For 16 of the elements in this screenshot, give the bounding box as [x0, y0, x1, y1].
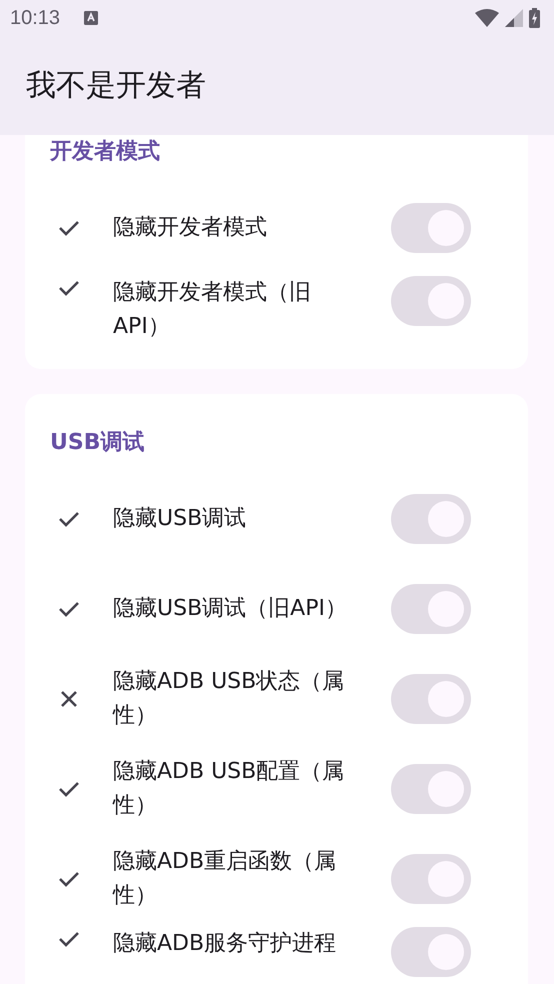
- signal-icon: [505, 9, 523, 27]
- wifi-icon: [475, 9, 499, 27]
- setting-label: 隐藏USB调试: [113, 505, 248, 533]
- setting-label: 隐藏ADB重启函数（属性）: [113, 848, 338, 910]
- section-title: USB调试: [49, 429, 146, 457]
- section-title: 开发者模式: [48, 138, 161, 166]
- setting-label: 隐藏开发者模式（旧API）: [113, 279, 312, 341]
- app-title: 我不是开发者: [26, 67, 206, 105]
- battery-icon: [529, 8, 540, 28]
- setting-label: 隐藏ADB服务守护进程: [113, 930, 338, 958]
- setting-label: 隐藏ADB USB配置（属性）: [113, 758, 346, 820]
- setting-label: 隐藏开发者模式: [113, 214, 268, 242]
- status-time: 10:13: [10, 6, 60, 30]
- setting-label: 隐藏ADB USB状态（属性）: [113, 668, 346, 730]
- setting-label: 隐藏USB调试（旧API）: [113, 595, 348, 623]
- keyboard-icon: [84, 11, 98, 25]
